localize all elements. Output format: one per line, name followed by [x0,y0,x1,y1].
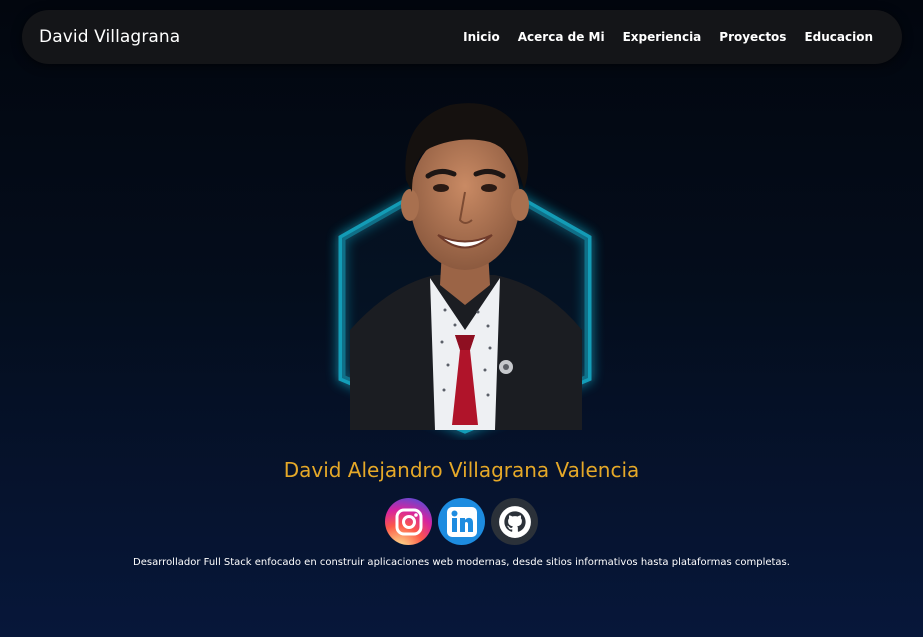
github-link[interactable] [491,498,538,545]
nav-link-acerca-de-mi[interactable]: Acerca de Mi [518,30,605,44]
nav-links: Inicio Acerca de Mi Experiencia Proyecto… [463,30,873,44]
nav-link-educacion[interactable]: Educacion [804,30,873,44]
full-name-heading: David Alejandro Villagrana Valencia [283,458,640,482]
tagline: Desarrollador Full Stack enfocado en con… [133,557,790,568]
brand-name[interactable]: David Villagrana [39,27,180,47]
linkedin-link[interactable] [438,498,485,545]
profile-photo [320,80,610,440]
linkedin-icon [446,506,477,537]
nav-link-proyectos[interactable]: Proyectos [719,30,786,44]
nav-link-inicio[interactable]: Inicio [463,30,500,44]
nav-link-experiencia[interactable]: Experiencia [623,30,702,44]
social-links [0,498,923,545]
instagram-icon [395,508,422,535]
github-icon [498,505,531,538]
instagram-link[interactable] [385,498,432,545]
navbar: David Villagrana Inicio Acerca de Mi Exp… [22,10,902,64]
